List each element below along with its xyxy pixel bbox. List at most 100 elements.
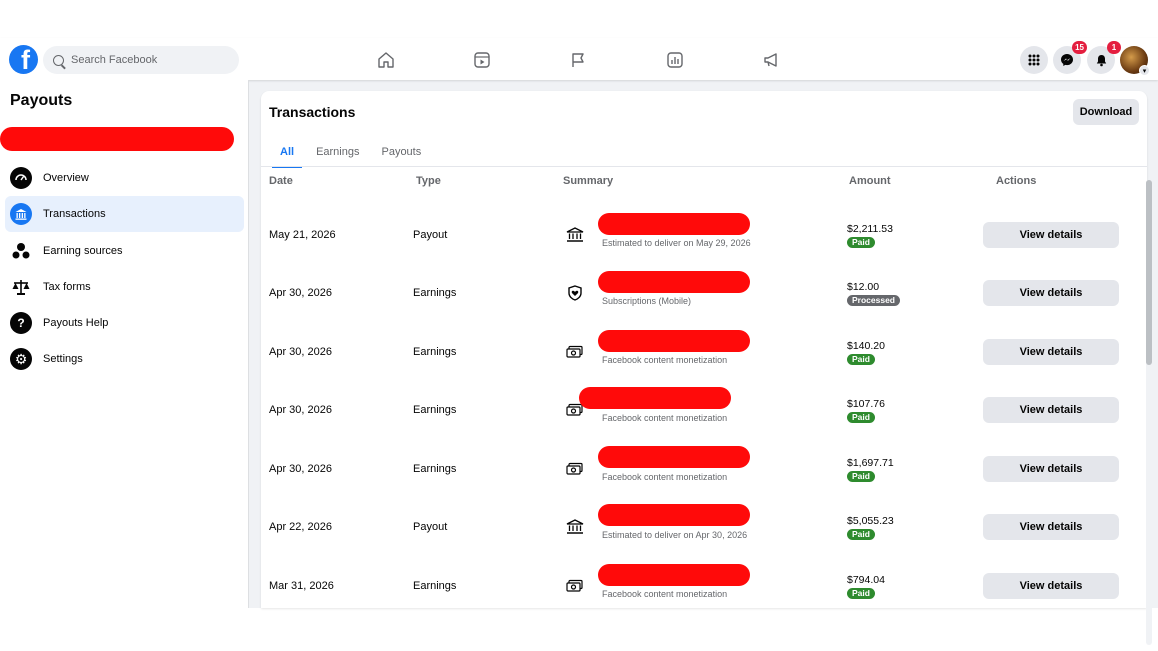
status-badge: Paid xyxy=(847,587,875,599)
row-summary-subtitle: Facebook content monetization xyxy=(602,413,728,423)
search-box[interactable] xyxy=(43,46,239,74)
messenger-badge: 15 xyxy=(1072,41,1087,54)
row-amount: $5,055.23 xyxy=(847,514,894,527)
status-badge: Paid xyxy=(847,470,875,482)
notifications-button[interactable]: 1 xyxy=(1087,41,1121,74)
chevron-down-icon[interactable]: ▾ xyxy=(1139,65,1150,76)
row-date: Apr 30, 2026 xyxy=(269,287,332,299)
column-header-summary: Summary xyxy=(563,175,614,187)
download-button[interactable]: Download xyxy=(1073,99,1139,125)
row-actions: View details xyxy=(983,264,1119,322)
redacted-summary-title xyxy=(598,213,750,235)
row-actions: View details xyxy=(983,206,1119,264)
row-type: Earnings xyxy=(413,287,457,299)
row-amount: $12.00 xyxy=(847,280,880,293)
status-badge: Paid xyxy=(847,236,875,248)
insights-icon[interactable] xyxy=(665,50,685,70)
profile-avatar[interactable]: ▾ xyxy=(1120,46,1150,76)
sidebar-item-label: Tax forms xyxy=(43,281,91,293)
sidebar-item-transactions[interactable]: Transactions xyxy=(5,196,244,232)
row-type: Payout xyxy=(413,229,448,241)
redacted-summary-title xyxy=(598,330,750,352)
view-details-button[interactable]: View details xyxy=(983,456,1119,482)
tabs-divider xyxy=(261,166,1147,167)
status-badge: Paid xyxy=(847,411,875,423)
row-actions: View details xyxy=(983,498,1119,556)
sidebar-item-overview[interactable]: Overview xyxy=(5,160,244,196)
menu-grid-button[interactable] xyxy=(1020,46,1048,74)
view-details-button[interactable]: View details xyxy=(983,514,1119,540)
status-badge: Paid xyxy=(847,353,875,365)
page-title: Transactions xyxy=(269,104,356,120)
ads-megaphone-icon[interactable] xyxy=(761,50,781,70)
row-amount-cell: $107.76 Paid xyxy=(847,381,885,439)
row-amount-cell: $794.04 Paid xyxy=(847,557,885,608)
table-row: Apr 30, 2026 Earnings Subscriptions (Mob… xyxy=(261,264,1131,322)
earning-sources-icon xyxy=(10,240,32,262)
row-summary-subtitle: Subscriptions (Mobile) xyxy=(602,296,692,306)
view-details-button[interactable]: View details xyxy=(983,222,1119,248)
row-type: Payout xyxy=(413,521,448,533)
row-amount: $1,697.71 xyxy=(847,456,894,469)
tab-all[interactable]: All xyxy=(269,136,305,168)
status-badge: Processed xyxy=(847,294,900,306)
gear-icon: ⚙ xyxy=(10,348,32,370)
table-row: Apr 30, 2026 Earnings Facebook content m… xyxy=(261,440,1131,498)
row-amount: $140.20 xyxy=(847,339,885,352)
row-actions: View details xyxy=(983,557,1119,608)
view-details-button[interactable]: View details xyxy=(983,339,1119,365)
redacted-summary-title xyxy=(598,446,750,468)
row-type: Earnings xyxy=(413,463,457,475)
row-amount-cell: $140.20 Paid xyxy=(847,323,885,381)
facebook-logo[interactable]: f xyxy=(9,45,38,74)
grid-icon xyxy=(1028,54,1040,66)
scrollbar-thumb[interactable] xyxy=(1146,180,1152,365)
redacted-summary-title xyxy=(598,504,750,526)
table-header: Date Type Summary Amount Actions xyxy=(261,171,1147,191)
column-header-date: Date xyxy=(269,175,293,187)
sidebar-item-tax-forms[interactable]: Tax forms xyxy=(5,269,244,305)
redacted-summary-title xyxy=(598,271,750,293)
bank-icon xyxy=(10,203,32,225)
row-type: Earnings xyxy=(413,346,457,358)
redacted-account-selector[interactable] xyxy=(0,127,234,151)
bell-icon xyxy=(1096,54,1106,66)
tab-payouts[interactable]: Payouts xyxy=(370,136,432,166)
row-date: Apr 22, 2026 xyxy=(269,521,332,533)
redacted-summary-title xyxy=(579,387,731,409)
sidebar-title: Payouts xyxy=(10,92,73,109)
home-icon[interactable] xyxy=(376,50,396,70)
row-amount-cell: $2,211.53 Paid xyxy=(847,206,893,264)
row-summary-subtitle: Facebook content monetization xyxy=(602,355,728,365)
sidebar-item-label: Overview xyxy=(43,172,89,184)
row-type: Earnings xyxy=(413,404,457,416)
money-icon xyxy=(565,323,585,381)
search-input[interactable] xyxy=(71,54,221,66)
tab-earnings[interactable]: Earnings xyxy=(305,136,370,166)
row-date: Apr 30, 2026 xyxy=(269,463,332,475)
row-amount-cell: $12.00 Processed xyxy=(847,264,900,322)
sidebar-item-payouts-help[interactable]: ? Payouts Help xyxy=(5,305,244,341)
scrollbar[interactable] xyxy=(1146,180,1152,645)
table-row: Apr 30, 2026 Earnings Facebook content m… xyxy=(261,323,1131,381)
sidebar-item-label: Settings xyxy=(43,353,83,365)
column-header-actions: Actions xyxy=(996,175,1037,187)
scales-icon xyxy=(10,276,32,298)
view-details-button[interactable]: View details xyxy=(983,280,1119,306)
money-icon xyxy=(565,557,585,608)
messenger-button[interactable]: 15 xyxy=(1053,41,1087,74)
pages-flag-icon[interactable] xyxy=(568,50,588,70)
sidebar-item-settings[interactable]: ⚙ Settings xyxy=(5,341,244,377)
view-details-button[interactable]: View details xyxy=(983,397,1119,423)
reels-icon[interactable] xyxy=(472,50,492,70)
dashboard-icon xyxy=(10,167,32,189)
row-amount-cell: $5,055.23 Paid xyxy=(847,498,894,556)
view-details-button[interactable]: View details xyxy=(983,573,1119,599)
row-actions: View details xyxy=(983,440,1119,498)
bank-icon xyxy=(565,498,585,556)
row-date: Apr 30, 2026 xyxy=(269,404,332,416)
money-icon xyxy=(565,440,585,498)
sidebar-item-earning-sources[interactable]: Earning sources xyxy=(5,233,244,269)
app: f 15 xyxy=(0,38,1158,645)
row-type: Earnings xyxy=(413,580,457,592)
